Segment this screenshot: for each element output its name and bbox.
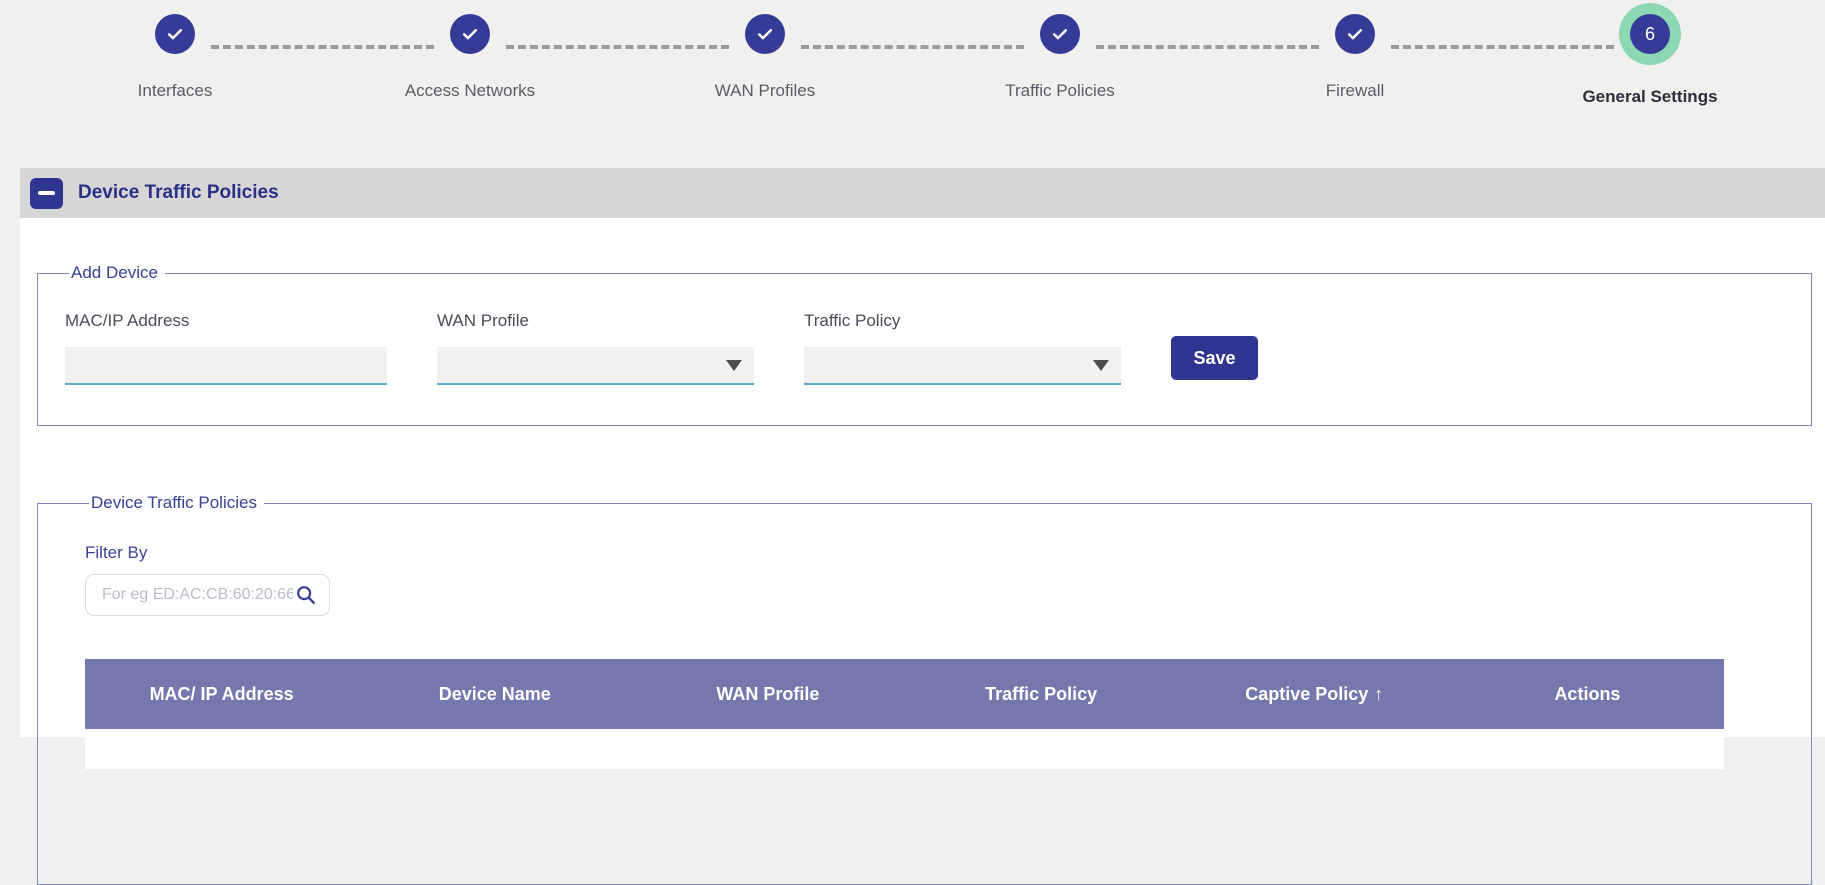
traffic-policy-label: Traffic Policy (804, 311, 1121, 331)
stepper-connector (1096, 45, 1319, 49)
device-traffic-policies-fieldset: Device Traffic Policies Filter By MAC/ I… (37, 493, 1812, 885)
minus-icon (38, 191, 55, 195)
mac-ip-address-input[interactable] (65, 347, 387, 385)
step-number: 6 (1645, 24, 1655, 45)
mac-ip-address-field-group: MAC/IP Address (65, 311, 387, 385)
wan-profile-field-group: WAN Profile (437, 311, 754, 385)
chevron-down-icon (1093, 360, 1109, 371)
table-header-row: MAC/ IP Address Device Name WAN Profile … (85, 659, 1724, 729)
stepper-connector (801, 45, 1024, 49)
add-device-legend: Add Device (69, 263, 165, 283)
check-icon (460, 24, 480, 44)
step-firewall[interactable]: Firewall (1208, 14, 1503, 107)
filter-box (85, 574, 330, 616)
column-header-traffic-policy[interactable]: Traffic Policy (905, 684, 1178, 705)
device-traffic-policies-section-bar: Device Traffic Policies (20, 168, 1825, 218)
wan-profile-label: WAN Profile (437, 311, 754, 331)
step-complete-circle[interactable] (155, 14, 195, 54)
step-label: Access Networks (405, 81, 535, 101)
device-traffic-policies-legend: Device Traffic Policies (89, 493, 264, 513)
stepper-connector (506, 45, 729, 49)
add-device-fieldset: Add Device MAC/IP Address WAN Profile Tr… (37, 263, 1812, 426)
step-label: Traffic Policies (1005, 81, 1115, 101)
collapse-section-button[interactable] (30, 178, 63, 209)
step-label: General Settings (1582, 87, 1717, 107)
step-complete-circle[interactable] (1040, 14, 1080, 54)
check-icon (755, 24, 775, 44)
table-body (85, 729, 1724, 769)
section-title: Device Traffic Policies (78, 182, 279, 204)
save-button[interactable]: Save (1171, 336, 1258, 380)
step-traffic-policies[interactable]: Traffic Policies (913, 14, 1208, 107)
check-icon (1345, 24, 1365, 44)
column-header-device-name[interactable]: Device Name (358, 684, 631, 705)
general-settings-panel: Device Traffic Policies Add Device MAC/I… (20, 168, 1825, 737)
filter-by-label: Filter By (85, 543, 1811, 563)
step-general-settings[interactable]: 6 General Settings (1503, 14, 1798, 107)
column-header-captive-policy[interactable]: Captive Policy ↑ (1178, 684, 1451, 705)
column-header-actions[interactable]: Actions (1451, 684, 1724, 705)
step-current-circle[interactable]: 6 (1630, 14, 1670, 54)
stepper-connector (211, 45, 434, 49)
column-header-wan-profile[interactable]: WAN Profile (631, 684, 904, 705)
step-complete-circle[interactable] (1335, 14, 1375, 54)
step-label: Firewall (1326, 81, 1385, 101)
wan-profile-select[interactable] (437, 347, 754, 385)
column-header-mac-ip-address[interactable]: MAC/ IP Address (85, 684, 358, 705)
check-icon (1050, 24, 1070, 44)
sort-ascending-icon: ↑ (1374, 684, 1383, 704)
device-policies-table: MAC/ IP Address Device Name WAN Profile … (85, 659, 1724, 769)
step-label: Interfaces (138, 81, 213, 101)
traffic-policy-field-group: Traffic Policy (804, 311, 1121, 385)
traffic-policy-select[interactable] (804, 347, 1121, 385)
step-interfaces[interactable]: Interfaces (28, 14, 323, 107)
column-header-captive-policy-label: Captive Policy (1245, 684, 1368, 704)
step-complete-circle[interactable] (450, 14, 490, 54)
step-complete-circle[interactable] (745, 14, 785, 54)
stepper-connector (1391, 45, 1614, 49)
step-wan-profiles[interactable]: WAN Profiles (618, 14, 913, 107)
mac-ip-address-label: MAC/IP Address (65, 311, 387, 331)
search-icon[interactable] (295, 584, 317, 606)
setup-wizard-stepper: Interfaces Access Networks WAN Profiles … (28, 0, 1798, 107)
check-icon (165, 24, 185, 44)
step-access-networks[interactable]: Access Networks (323, 14, 618, 107)
step-label: WAN Profiles (715, 81, 815, 101)
filter-input[interactable] (100, 585, 295, 605)
chevron-down-icon (726, 360, 742, 371)
